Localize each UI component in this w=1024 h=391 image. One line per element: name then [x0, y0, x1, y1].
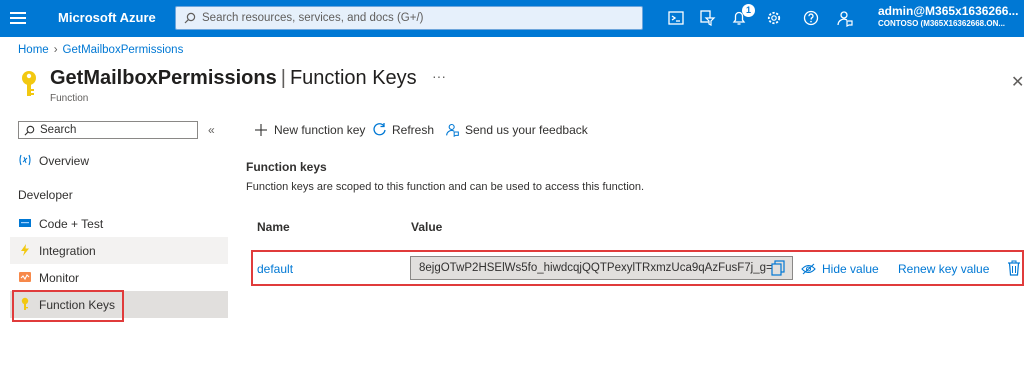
- key-value-text: 8ejgOTwP2HSElWs5fo_hiwdcqjQQTPexylTRxmzU…: [419, 262, 780, 274]
- lightning-icon: [21, 244, 29, 256]
- global-search-input[interactable]: Search resources, services, and docs (G+…: [175, 6, 643, 30]
- gear-icon[interactable]: [765, 9, 783, 27]
- section-title: Function keys: [246, 160, 327, 174]
- delete-icon[interactable]: [1007, 260, 1021, 276]
- sidebar-item-label: Overview: [39, 154, 90, 168]
- breadcrumb-separator-icon: ›: [53, 44, 58, 56]
- column-header-name: Name: [257, 220, 290, 234]
- plus-icon: [255, 124, 267, 136]
- search-icon: [24, 125, 35, 136]
- copy-icon[interactable]: [769, 259, 787, 277]
- highlight-box: [12, 290, 124, 322]
- account-menu[interactable]: admin@M365x1636266... CONTOSO (M365X1636…: [878, 4, 1018, 28]
- search-placeholder: Search resources, services, and docs (G+…: [202, 12, 424, 24]
- notification-badge: 1: [742, 4, 755, 17]
- cloud-shell-icon[interactable]: [667, 9, 685, 27]
- column-header-value: Value: [411, 220, 443, 234]
- hide-value-link[interactable]: Hide value: [822, 262, 879, 276]
- refresh-icon: [373, 123, 386, 136]
- title-separator: |: [280, 67, 286, 89]
- code-icon: [19, 219, 31, 227]
- help-icon[interactable]: [802, 9, 820, 27]
- breadcrumb-home[interactable]: Home: [18, 44, 49, 56]
- breadcrumb-current[interactable]: GetMailboxPermissions: [63, 44, 184, 56]
- function-fx-icon: [19, 154, 31, 166]
- resource-name: GetMailboxPermissions: [50, 67, 277, 89]
- breadcrumb: Home › GetMailboxPermissions: [18, 44, 183, 56]
- send-feedback-button[interactable]: Send us your feedback: [445, 121, 588, 139]
- close-icon[interactable]: ✕: [1011, 72, 1024, 92]
- sidebar-search-placeholder: Search: [40, 124, 77, 136]
- sidebar-item-label: Integration: [39, 244, 96, 258]
- more-options-icon[interactable]: ···: [432, 68, 446, 84]
- monitor-icon: [19, 272, 31, 282]
- sidebar-search-input[interactable]: Search: [18, 121, 198, 139]
- sidebar-item-integration[interactable]: Integration: [10, 237, 228, 264]
- refresh-button[interactable]: Refresh: [372, 121, 434, 139]
- new-function-key-label: New function key: [274, 123, 366, 137]
- sidebar-section-developer: Developer: [18, 188, 73, 202]
- key-name-link[interactable]: default: [257, 262, 293, 276]
- hide-eye-icon: [801, 263, 816, 275]
- sidebar-item-label: Code + Test: [39, 217, 104, 231]
- resource-type: Function: [50, 93, 89, 104]
- sidebar-item-label: Monitor: [39, 271, 80, 285]
- brand-title[interactable]: Microsoft Azure: [58, 10, 156, 25]
- sidebar-item-monitor[interactable]: Monitor: [10, 264, 228, 291]
- new-function-key-button[interactable]: New function key: [254, 121, 366, 139]
- search-icon: [184, 12, 196, 24]
- key-value-field[interactable]: 8ejgOTwP2HSElWs5fo_hiwdcqjQQTPexylTRxmzU…: [410, 256, 793, 280]
- sidebar-item-overview[interactable]: Overview: [10, 147, 228, 174]
- collapse-sidebar-icon[interactable]: «: [208, 123, 215, 137]
- section-description: Function keys are scoped to this functio…: [246, 181, 645, 193]
- feedback-icon: [446, 123, 459, 137]
- account-tenant: CONTOSO (M365X16362668.ON...: [878, 19, 1006, 28]
- sidebar-item-code-test[interactable]: Code + Test: [10, 210, 228, 237]
- directory-filter-icon[interactable]: [698, 9, 716, 27]
- refresh-label: Refresh: [392, 123, 435, 137]
- page-title: GetMailboxPermissions | Function Keys: [50, 67, 417, 90]
- renew-key-value-link[interactable]: Renew key value: [898, 262, 989, 276]
- feedback-icon[interactable]: [836, 9, 854, 27]
- send-feedback-label: Send us your feedback: [465, 123, 588, 137]
- menu-icon[interactable]: [10, 9, 26, 27]
- account-email: admin@M365x1636266...: [878, 4, 1018, 18]
- top-bar: Microsoft Azure Search resources, servic…: [0, 0, 1024, 37]
- page-name: Function Keys: [289, 67, 417, 89]
- function-key-icon: [22, 71, 36, 96]
